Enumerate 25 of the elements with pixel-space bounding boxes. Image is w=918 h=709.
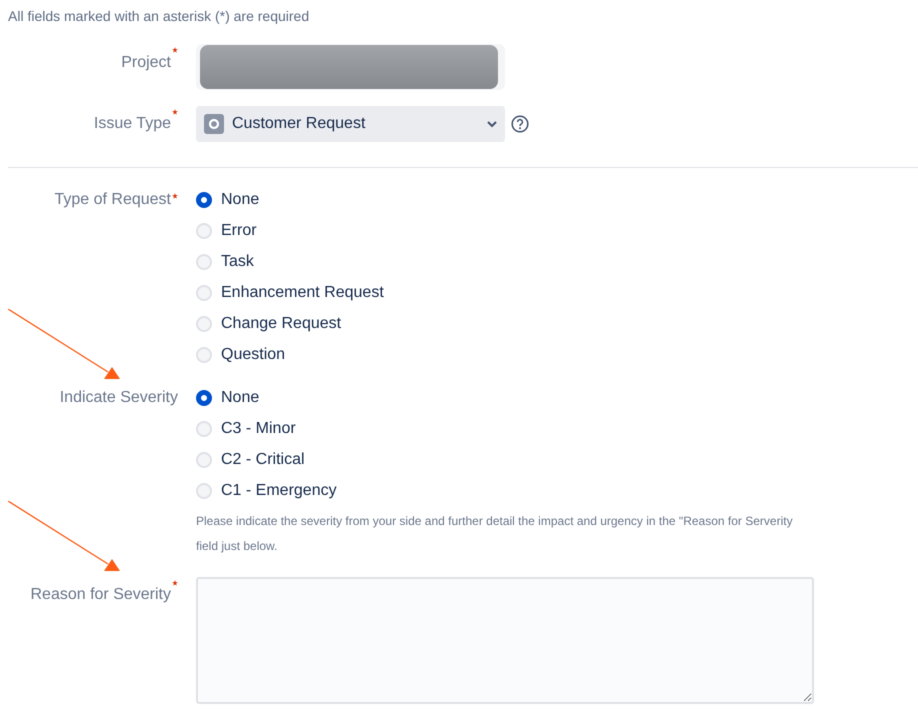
field-label: Reason for Severity: [30, 585, 171, 605]
required-notice: All fields marked with an asterisk (*) are required: [8, 8, 310, 24]
option-label[interactable]: C1 - Emergency: [221, 482, 337, 500]
option-label[interactable]: None: [221, 388, 260, 406]
field-label: Indicate Severity: [60, 388, 178, 408]
field-label: Issue Type: [94, 114, 171, 134]
option-label[interactable]: C3 - Minor: [221, 420, 296, 438]
issue-type-select[interactable]: Customer Request: [196, 106, 505, 142]
option-label[interactable]: Question: [221, 346, 286, 364]
option-label[interactable]: Change Request: [221, 314, 342, 332]
option-label[interactable]: Error: [221, 222, 257, 240]
issue-type-icon: [204, 114, 224, 134]
option-label[interactable]: C2 - Critical: [221, 450, 305, 468]
help-text: field just below.: [196, 538, 278, 555]
chevron-down-icon: [487, 120, 497, 128]
field-label: Type of Request: [54, 190, 171, 210]
radio-button[interactable]: [196, 390, 212, 406]
option-label[interactable]: Task: [221, 252, 254, 270]
help-text: Please indicate the severity from your side and further detail the impact and urgency in the "Reason for Serverity: [196, 513, 794, 530]
reason-textarea[interactable]: [196, 577, 814, 704]
field-label: Project: [121, 53, 171, 73]
radio-button[interactable]: [196, 192, 212, 208]
help-icon[interactable]: [511, 115, 529, 133]
option-label[interactable]: None: [221, 190, 260, 208]
option-label[interactable]: Enhancement Request: [221, 284, 384, 302]
